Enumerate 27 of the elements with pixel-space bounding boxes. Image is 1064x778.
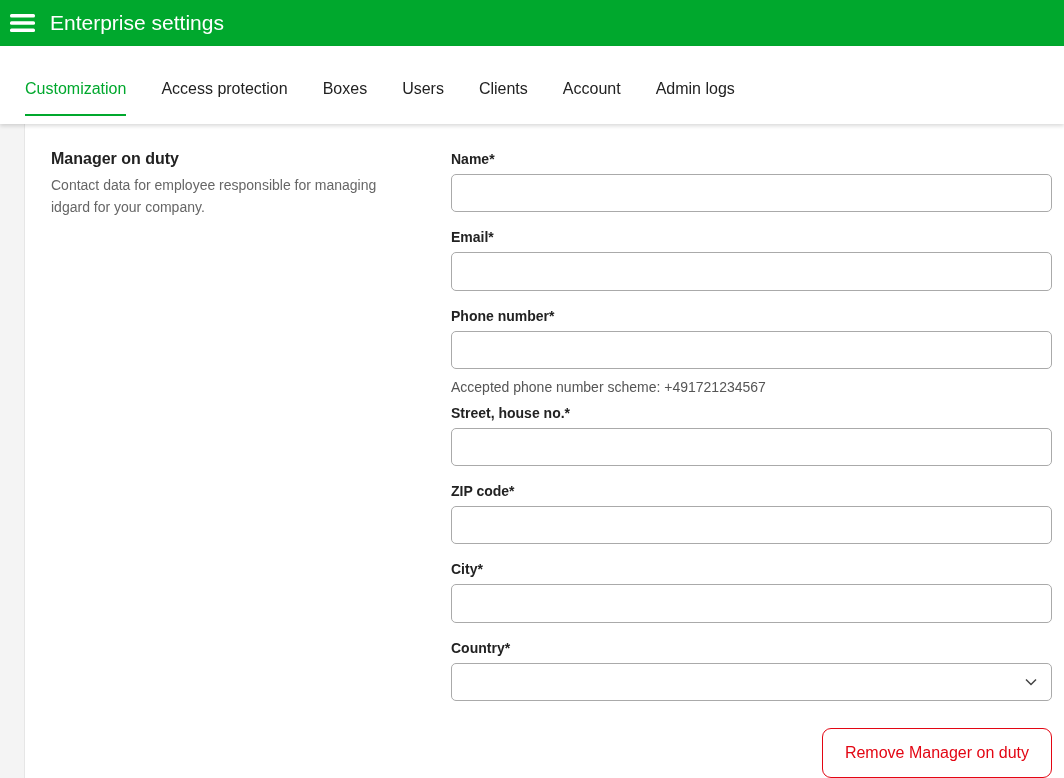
tab[interactable]: Access protection xyxy=(161,64,288,116)
input-field[interactable] xyxy=(451,506,1052,545)
remove-button[interactable]: Remove Manager on duty xyxy=(821,727,1052,778)
tab[interactable]: Admin logs xyxy=(655,64,735,116)
section-description: Contact data for employee responsible for managing idgard for your company. xyxy=(51,176,378,217)
field-label: City* xyxy=(451,561,484,578)
input-field[interactable] xyxy=(451,330,1052,369)
input-field[interactable] xyxy=(451,427,1052,467)
dropdown-field[interactable] xyxy=(451,662,1052,701)
field-hint: Accepted phone number scheme: +491721234567 xyxy=(451,378,767,395)
field-label: Phone number* xyxy=(451,307,556,324)
chevron-down-icon xyxy=(1025,677,1037,686)
field-label: Email* xyxy=(451,229,495,246)
tab[interactable]: Boxes xyxy=(322,64,368,116)
tab[interactable]: Users xyxy=(402,64,444,116)
input-field[interactable] xyxy=(451,252,1052,291)
tab[interactable]: Clients xyxy=(478,64,528,116)
page-title: Enterprise settings xyxy=(50,11,224,35)
field-label: Country* xyxy=(451,639,512,656)
menu-icon[interactable] xyxy=(10,14,35,32)
field-label: Name* xyxy=(451,151,496,167)
input-field[interactable] xyxy=(451,584,1052,623)
tab[interactable]: Account xyxy=(562,64,621,116)
section-title: Manager on duty xyxy=(51,150,180,168)
field-label: ZIP code* xyxy=(451,483,516,500)
input-field[interactable] xyxy=(451,174,1052,213)
field-label: Street, house no.* xyxy=(451,404,572,421)
